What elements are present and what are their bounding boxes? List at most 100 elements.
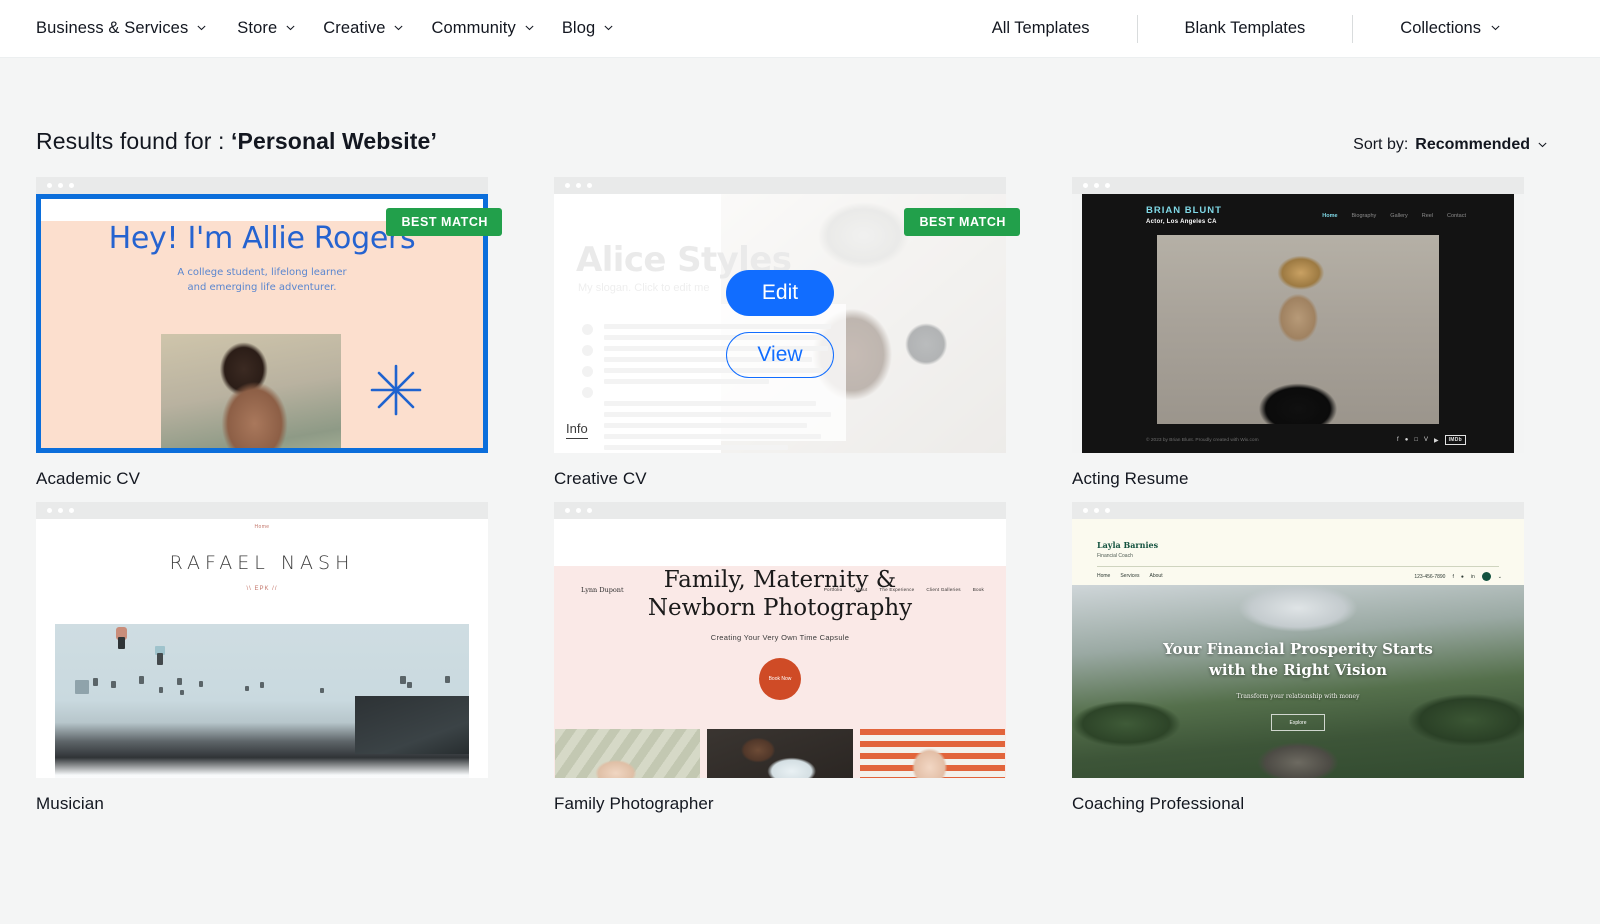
nav-item-community[interactable]: Community <box>431 19 561 38</box>
chevron-down-icon <box>285 22 296 33</box>
secondary-nav-group: All Templates Blank Templates Collection… <box>945 0 1600 57</box>
browser-dot-icon <box>1094 183 1099 188</box>
preview-nav-item: Home <box>1322 213 1337 219</box>
preview-photo-strip <box>554 729 1006 778</box>
info-link[interactable]: Info <box>566 421 588 439</box>
browser-dot-icon <box>576 508 581 513</box>
preview-nav: Portfolio About The Experience Client Ga… <box>824 587 984 592</box>
sort-by-dropdown[interactable]: Sort by: Recommended <box>1353 136 1548 154</box>
nav-item-creative[interactable]: Creative <box>323 19 431 38</box>
nav-label: Blog <box>562 19 595 38</box>
browser-chrome-bar <box>36 502 488 519</box>
page-title: Results found for : ‘Personal Website’ <box>36 128 437 155</box>
browser-chrome-bar <box>554 502 1006 519</box>
preview-cta-button: Book Now <box>759 658 801 700</box>
nav-label: Business & Services <box>36 19 188 38</box>
preview-site-name: BRIAN BLUNT <box>1146 205 1222 216</box>
chevron-down-icon <box>1490 22 1501 33</box>
template-thumbnail[interactable]: Hey! I'm Allie Rogers A college student,… <box>36 177 488 453</box>
nav-label: Blank Templates <box>1185 19 1306 38</box>
template-thumbnail[interactable]: Lynn Dupont Portfolio About The Experien… <box>554 502 1006 778</box>
browser-chrome-bar <box>36 177 488 194</box>
browser-dot-icon <box>1105 508 1110 513</box>
linkedin-icon: in <box>1471 574 1475 580</box>
nav-item-blog[interactable]: Blog <box>562 19 641 38</box>
preview-cta-button: Explore <box>1271 714 1325 731</box>
template-preview-screen: Home RAFAEL NASH \\ EPK // <box>36 519 488 778</box>
template-card-title: Family Photographer <box>554 794 1006 814</box>
template-card-academic-cv[interactable]: Hey! I'm Allie Rogers A college student,… <box>36 177 488 489</box>
preview-subline-1: A college student, lifelong learner <box>41 265 483 280</box>
browser-dot-icon <box>69 183 74 188</box>
edit-button[interactable]: Edit <box>726 270 834 316</box>
template-thumbnail[interactable]: Home RAFAEL NASH \\ EPK // <box>36 502 488 778</box>
preview-subline-2: and emerging life adventurer. <box>41 280 483 295</box>
browser-dot-icon <box>47 183 52 188</box>
facebook-icon: f <box>1452 574 1453 580</box>
template-card-title: Coaching Professional <box>1072 794 1524 814</box>
preview-nav: Home Services About <box>1097 573 1163 579</box>
preview-nav-item: The Experience <box>879 587 914 592</box>
template-card-coaching-professional[interactable]: Layla Barnies Financial Coach Home Servi… <box>1072 502 1524 814</box>
view-button[interactable]: View <box>726 332 834 378</box>
preview-nav-item: Services <box>1120 573 1139 579</box>
preview-social-row: f ● □ V ▶ IMDb <box>1397 435 1466 445</box>
chevron-down-icon <box>1537 139 1548 150</box>
preview-contact-row: 123-456-7890 f ● in ⌄ <box>1414 572 1502 581</box>
template-thumbnail[interactable]: Layla Barnies Financial Coach Home Servi… <box>1072 502 1524 778</box>
nav-item-all-templates[interactable]: All Templates <box>945 19 1137 38</box>
asterisk-icon <box>369 363 423 417</box>
preview-subline: Creating Your Very Own Time Capsule <box>554 633 1006 642</box>
preview-photo-baby <box>555 729 700 778</box>
browser-dot-icon <box>1105 183 1110 188</box>
template-preview-screen: Layla Barnies Financial Coach Home Servi… <box>1072 519 1524 778</box>
browser-chrome-bar <box>1072 502 1524 519</box>
preview-nav-item: About <box>854 587 867 592</box>
imdb-icon: IMDb <box>1445 435 1466 445</box>
family-photographer-preview: Lynn Dupont Portfolio About The Experien… <box>554 566 1006 778</box>
preview-nav-item: Client Galleries <box>926 587 960 592</box>
template-card-title: Creative CV <box>554 469 1006 489</box>
browser-dot-icon <box>58 183 63 188</box>
template-card-creative-cv[interactable]: Alice Styles My slogan. Click to edit me <box>554 177 1006 489</box>
preview-headline-line-2: with the Right Vision <box>1072 660 1524 681</box>
instagram-icon: □ <box>1414 437 1418 443</box>
nav-item-blank-templates[interactable]: Blank Templates <box>1138 19 1353 38</box>
preview-headline-line-1: Your Financial Prosperity Starts <box>1072 639 1524 660</box>
preview-nav-item: Biography <box>1352 213 1377 219</box>
nav-item-collections[interactable]: Collections <box>1353 19 1548 38</box>
browser-dot-icon <box>565 508 570 513</box>
twitter-icon: ● <box>1405 437 1409 443</box>
acting-resume-preview: BRIAN BLUNT Actor, Los Angeles CA Home B… <box>1072 194 1524 453</box>
browser-dot-icon <box>69 508 74 513</box>
preview-nav-item: Reel <box>1422 213 1433 219</box>
nav-item-store[interactable]: Store <box>237 19 323 38</box>
template-card-family-photographer[interactable]: Lynn Dupont Portfolio About The Experien… <box>554 502 1006 814</box>
chevron-down-icon <box>393 22 404 33</box>
template-card-acting-resume[interactable]: BRIAN BLUNT Actor, Los Angeles CA Home B… <box>1072 177 1524 489</box>
preview-actor-portrait <box>1157 235 1439 424</box>
browser-dot-icon <box>576 183 581 188</box>
preview-headline-line-2: Newborn Photography <box>554 594 1006 622</box>
preview-portrait-image <box>161 334 341 453</box>
browser-dot-icon <box>1083 508 1088 513</box>
chevron-down-icon <box>196 22 207 33</box>
template-thumbnail[interactable]: Alice Styles My slogan. Click to edit me <box>554 177 1006 453</box>
preview-nav-item: Portfolio <box>824 587 843 592</box>
facebook-icon: f <box>1397 437 1399 443</box>
template-card-musician[interactable]: Home RAFAEL NASH \\ EPK // <box>36 502 488 814</box>
browser-dot-icon <box>58 508 63 513</box>
browser-dot-icon <box>565 183 570 188</box>
nav-item-business-services[interactable]: Business & Services <box>36 19 237 38</box>
preview-phone-number: 123-456-7890 <box>1414 574 1445 580</box>
preview-hero-image: Your Financial Prosperity Starts with th… <box>1072 585 1524 778</box>
template-thumbnail[interactable]: BRIAN BLUNT Actor, Los Angeles CA Home B… <box>1072 177 1524 453</box>
preview-nav-item: About <box>1150 573 1163 579</box>
chevron-down-icon: ⌄ <box>1498 574 1502 580</box>
nav-label: All Templates <box>992 19 1090 38</box>
preview-nav-item: Home <box>36 524 488 530</box>
browser-dot-icon <box>47 508 52 513</box>
preview-subline: \\ EPK // <box>36 586 488 592</box>
avatar <box>1482 572 1491 581</box>
youtube-icon: ▶ <box>1434 437 1439 444</box>
